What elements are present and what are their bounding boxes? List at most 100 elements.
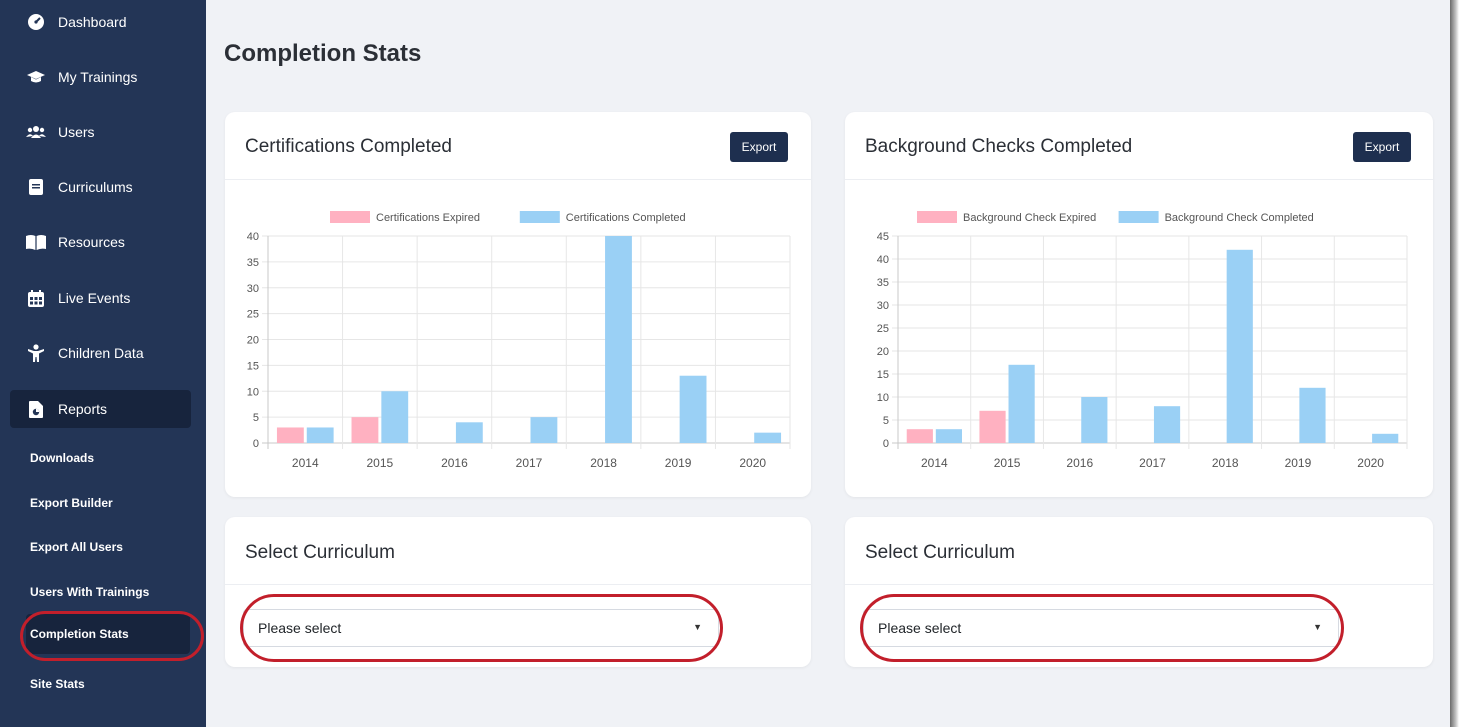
select-curriculum-card: Select Curriculum Please select ▼ bbox=[225, 517, 811, 667]
y-tick-label: 5 bbox=[253, 412, 259, 424]
legend-swatch bbox=[1118, 211, 1159, 223]
x-tick-label: 2019 bbox=[1285, 456, 1312, 470]
y-tick-label: 0 bbox=[253, 438, 259, 450]
y-tick-label: 25 bbox=[877, 323, 889, 335]
sidebar-subitem-export-builder[interactable]: Export Builder bbox=[30, 496, 113, 510]
y-tick-label: 20 bbox=[247, 335, 259, 347]
graduation-cap-icon bbox=[26, 67, 46, 87]
y-tick-label: 25 bbox=[247, 309, 259, 321]
x-tick-label: 2014 bbox=[921, 456, 948, 470]
y-tick-label: 40 bbox=[877, 254, 889, 266]
bar-expired bbox=[979, 410, 1006, 443]
sidebar-subitem-site-stats[interactable]: Site Stats bbox=[30, 677, 85, 691]
background-checks-chart: 0 5 10 15 20 25 30 35 40 45 2014 2015 2016 2017 2018 20… bbox=[877, 211, 1408, 470]
legend-label: Background Check Expired bbox=[963, 212, 1096, 224]
open-book-icon bbox=[26, 232, 46, 252]
sidebar-item-label: Reports bbox=[58, 401, 108, 417]
card-title: Select Curriculum bbox=[865, 542, 1015, 563]
bar-completed bbox=[605, 236, 632, 443]
x-tick-label: 2014 bbox=[292, 456, 319, 470]
app-window: Dashboard My Trainings Users Curriculums bbox=[0, 0, 1450, 727]
curriculum-select[interactable]: Please select ▼ bbox=[243, 609, 719, 647]
x-tick-label: 2015 bbox=[994, 456, 1021, 470]
sidebar-item-live-events[interactable]: Live Events bbox=[10, 279, 191, 317]
window-shadow bbox=[1450, 0, 1459, 727]
sidebar-item-my-trainings[interactable]: My Trainings bbox=[10, 58, 191, 96]
bar-completed bbox=[381, 391, 409, 443]
y-tick-label: 35 bbox=[877, 277, 889, 289]
bar-completed bbox=[1008, 364, 1035, 443]
sidebar-subitem-downloads[interactable]: Downloads bbox=[30, 451, 94, 465]
sidebar-subitem-completion-stats[interactable]: Completion Stats bbox=[30, 627, 129, 641]
card-header: Select Curriculum bbox=[225, 517, 811, 585]
bar-completed bbox=[1081, 397, 1108, 443]
legend-label: Certifications Completed bbox=[566, 212, 686, 224]
curriculum-select-value: Please select bbox=[258, 620, 342, 636]
bar-expired bbox=[906, 429, 933, 443]
sidebar-subitem-users-with-trainings[interactable]: Users With Trainings bbox=[30, 585, 149, 599]
certifications-chart: 0 5 10 15 20 25 30 35 40 2014 2015 2016 2017 2018 2019… bbox=[247, 211, 791, 470]
bar-completed bbox=[306, 427, 334, 443]
bar-completed bbox=[935, 429, 962, 443]
x-tick-label: 2016 bbox=[1066, 456, 1093, 470]
x-tick-label: 2018 bbox=[590, 456, 617, 470]
child-icon bbox=[26, 343, 46, 363]
sidebar-item-label: Dashboard bbox=[58, 14, 127, 30]
y-tick-label: 45 bbox=[877, 231, 889, 243]
bar-completed bbox=[1372, 433, 1399, 443]
bar-completed bbox=[1299, 387, 1326, 443]
bar-completed bbox=[1226, 249, 1253, 443]
x-tick-label: 2020 bbox=[1357, 456, 1384, 470]
sidebar-item-users[interactable]: Users bbox=[10, 113, 191, 151]
sidebar-item-resources[interactable]: Resources bbox=[10, 223, 191, 261]
x-tick-label: 2018 bbox=[1212, 456, 1239, 470]
legend-label: Background Check Completed bbox=[1165, 212, 1314, 224]
certifications-card: Certifications Completed Export 0 5 10 15 20… bbox=[225, 112, 811, 497]
sidebar-item-label: Curriculums bbox=[58, 179, 133, 195]
legend-label: Certifications Expired bbox=[376, 212, 480, 224]
legend-swatch bbox=[519, 211, 560, 223]
sidebar-item-label: Users bbox=[58, 124, 95, 140]
select-curriculum-card: Select Curriculum Please select ▼ bbox=[845, 517, 1433, 667]
y-tick-label: 0 bbox=[883, 438, 889, 450]
sidebar-item-curriculums[interactable]: Curriculums bbox=[10, 168, 191, 206]
caret-down-icon: ▼ bbox=[693, 622, 702, 632]
bar-completed bbox=[754, 432, 782, 443]
sidebar-item-label: My Trainings bbox=[58, 69, 138, 85]
y-tick-label: 40 bbox=[247, 231, 259, 243]
y-tick-label: 30 bbox=[247, 283, 259, 295]
bar-completed bbox=[1153, 406, 1181, 443]
sidebar-subitem-export-all-users[interactable]: Export All Users bbox=[30, 540, 123, 554]
y-tick-label: 15 bbox=[877, 369, 889, 381]
background-checks-card: Background Checks Completed Export 0 5 10 1… bbox=[845, 112, 1433, 497]
dashboard-icon bbox=[26, 12, 46, 32]
users-icon bbox=[26, 122, 46, 142]
card-header: Select Curriculum bbox=[845, 517, 1433, 585]
y-tick-label: 35 bbox=[247, 257, 259, 269]
sidebar-item-children-data[interactable]: Children Data bbox=[10, 334, 191, 372]
y-tick-label: 20 bbox=[877, 346, 889, 358]
caret-down-icon: ▼ bbox=[1313, 622, 1322, 632]
curriculum-select-value: Please select bbox=[878, 620, 962, 636]
sidebar-item-reports[interactable]: Reports bbox=[10, 390, 191, 428]
y-tick-label: 30 bbox=[877, 300, 889, 312]
calendar-icon bbox=[26, 288, 46, 308]
x-tick-label: 2015 bbox=[367, 456, 394, 470]
legend-swatch bbox=[917, 211, 957, 223]
page-title: Completion Stats bbox=[224, 40, 422, 67]
y-tick-label: 10 bbox=[877, 392, 889, 404]
y-tick-label: 5 bbox=[883, 415, 889, 427]
sidebar-item-label: Live Events bbox=[58, 290, 131, 306]
bar-completed bbox=[679, 375, 707, 443]
legend-swatch bbox=[330, 211, 370, 223]
x-tick-label: 2016 bbox=[441, 456, 468, 470]
sidebar-item-label: Children Data bbox=[58, 345, 144, 361]
y-tick-label: 15 bbox=[247, 360, 259, 372]
x-tick-label: 2017 bbox=[516, 456, 543, 470]
bar-completed bbox=[455, 422, 483, 443]
sidebar-item-dashboard[interactable]: Dashboard bbox=[10, 3, 191, 41]
book-icon bbox=[26, 177, 46, 197]
sidebar-item-label: Resources bbox=[58, 234, 125, 250]
x-tick-label: 2019 bbox=[665, 456, 692, 470]
curriculum-select[interactable]: Please select ▼ bbox=[863, 609, 1339, 647]
